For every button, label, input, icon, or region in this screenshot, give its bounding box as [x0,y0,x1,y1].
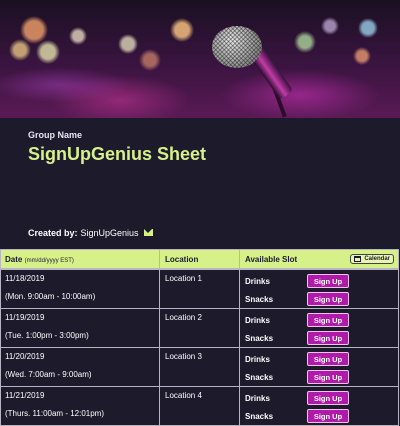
slot-item: Snacks Sign Up [245,368,398,386]
header-slot: Available Slot Calendar [239,250,398,268]
row-location: Location 3 [159,348,239,386]
slot-item: Drinks Sign Up [245,311,398,329]
created-by-label: Created by: [28,228,78,238]
slot-name: Snacks [245,411,274,421]
header-location: Location [159,250,239,268]
row-date: 11/19/2019 [5,313,45,322]
row-date-cell: 11/21/2019 (Thurs. 11:00am - 12:01pm) [1,387,159,425]
row-slots: Drinks Sign Up Snacks Sign Up [239,270,398,308]
slot-item: Snacks Sign Up [245,329,398,347]
calendar-icon [354,256,362,262]
header-date: Date (mm/dd/yyyy EST) [1,255,159,264]
header-date-format: (mm/dd/yyyy EST) [24,257,74,264]
banner-image [0,0,400,118]
page-title: SignUpGenius Sheet [28,144,207,164]
sign-up-button[interactable]: Sign Up [307,313,349,327]
header-date-label: Date [5,254,23,264]
row-time: (Wed. 7:00am - 9:00am) [5,370,92,379]
row-time: (Tue. 1:00pm - 3:00pm) [5,331,89,340]
sign-up-button[interactable]: Sign Up [307,352,349,366]
calendar-button[interactable]: Calendar [350,254,394,264]
sign-up-button[interactable]: Sign Up [307,331,349,345]
slot-name: Snacks [245,294,274,304]
slot-name: Drinks [245,315,270,325]
microphone-icon [212,26,262,68]
row-location: Location 4 [159,387,239,425]
group-label: Group Name [28,130,83,140]
row-date-cell: 11/18/2019 (Mon. 9:00am - 10:00am) [1,270,159,308]
table-row: 11/21/2019 (Thurs. 11:00am - 12:01pm) Lo… [1,386,398,425]
slot-item: Snacks Sign Up [245,407,398,425]
row-date: 11/18/2019 [5,274,45,283]
row-slots: Drinks Sign Up Snacks Sign Up [239,387,398,425]
table-row: 11/20/2019 (Wed. 7:00am - 9:00am) Locati… [1,347,398,386]
header-slot-label: Available Slot [245,254,298,264]
calendar-button-label: Calendar [364,256,390,262]
table-header: Date (mm/dd/yyyy EST) Location Available… [1,250,398,269]
slot-name: Snacks [245,333,274,343]
row-date: 11/20/2019 [5,352,45,361]
slot-name: Drinks [245,354,270,364]
sign-up-button[interactable]: Sign Up [307,391,349,405]
slot-item: Drinks Sign Up [245,389,398,407]
row-slots: Drinks Sign Up Snacks Sign Up [239,309,398,347]
table-row: 11/18/2019 (Mon. 9:00am - 10:00am) Locat… [1,269,398,308]
sheet-header: Group Name SignUpGenius Sheet [28,130,380,165]
row-date-cell: 11/19/2019 (Tue. 1:00pm - 3:00pm) [1,309,159,347]
row-location: Location 1 [159,270,239,308]
sign-up-button[interactable]: Sign Up [307,370,349,384]
slot-item: Drinks Sign Up [245,272,398,290]
row-location: Location 2 [159,309,239,347]
row-date-cell: 11/20/2019 (Wed. 7:00am - 9:00am) [1,348,159,386]
created-by: Created by: SignUpGenius [28,228,153,238]
row-slots: Drinks Sign Up Snacks Sign Up [239,348,398,386]
table-row: 11/19/2019 (Tue. 1:00pm - 3:00pm) Locati… [1,308,398,347]
mail-icon[interactable] [143,228,153,236]
row-time: (Thurs. 11:00am - 12:01pm) [5,409,105,418]
slot-name: Drinks [245,276,270,286]
slot-name: Snacks [245,372,274,382]
row-date: 11/21/2019 [5,391,45,400]
signup-page: Group Name SignUpGenius Sheet Created by… [0,0,400,426]
slot-item: Drinks Sign Up [245,350,398,368]
slot-name: Drinks [245,393,270,403]
sign-up-button[interactable]: Sign Up [307,292,349,306]
sign-up-button[interactable]: Sign Up [307,409,349,423]
slot-item: Snacks Sign Up [245,290,398,308]
signup-table: Date (mm/dd/yyyy EST) Location Available… [0,249,399,426]
row-time: (Mon. 9:00am - 10:00am) [5,292,96,301]
created-by-name: SignUpGenius [80,228,139,238]
sign-up-button[interactable]: Sign Up [307,274,349,288]
